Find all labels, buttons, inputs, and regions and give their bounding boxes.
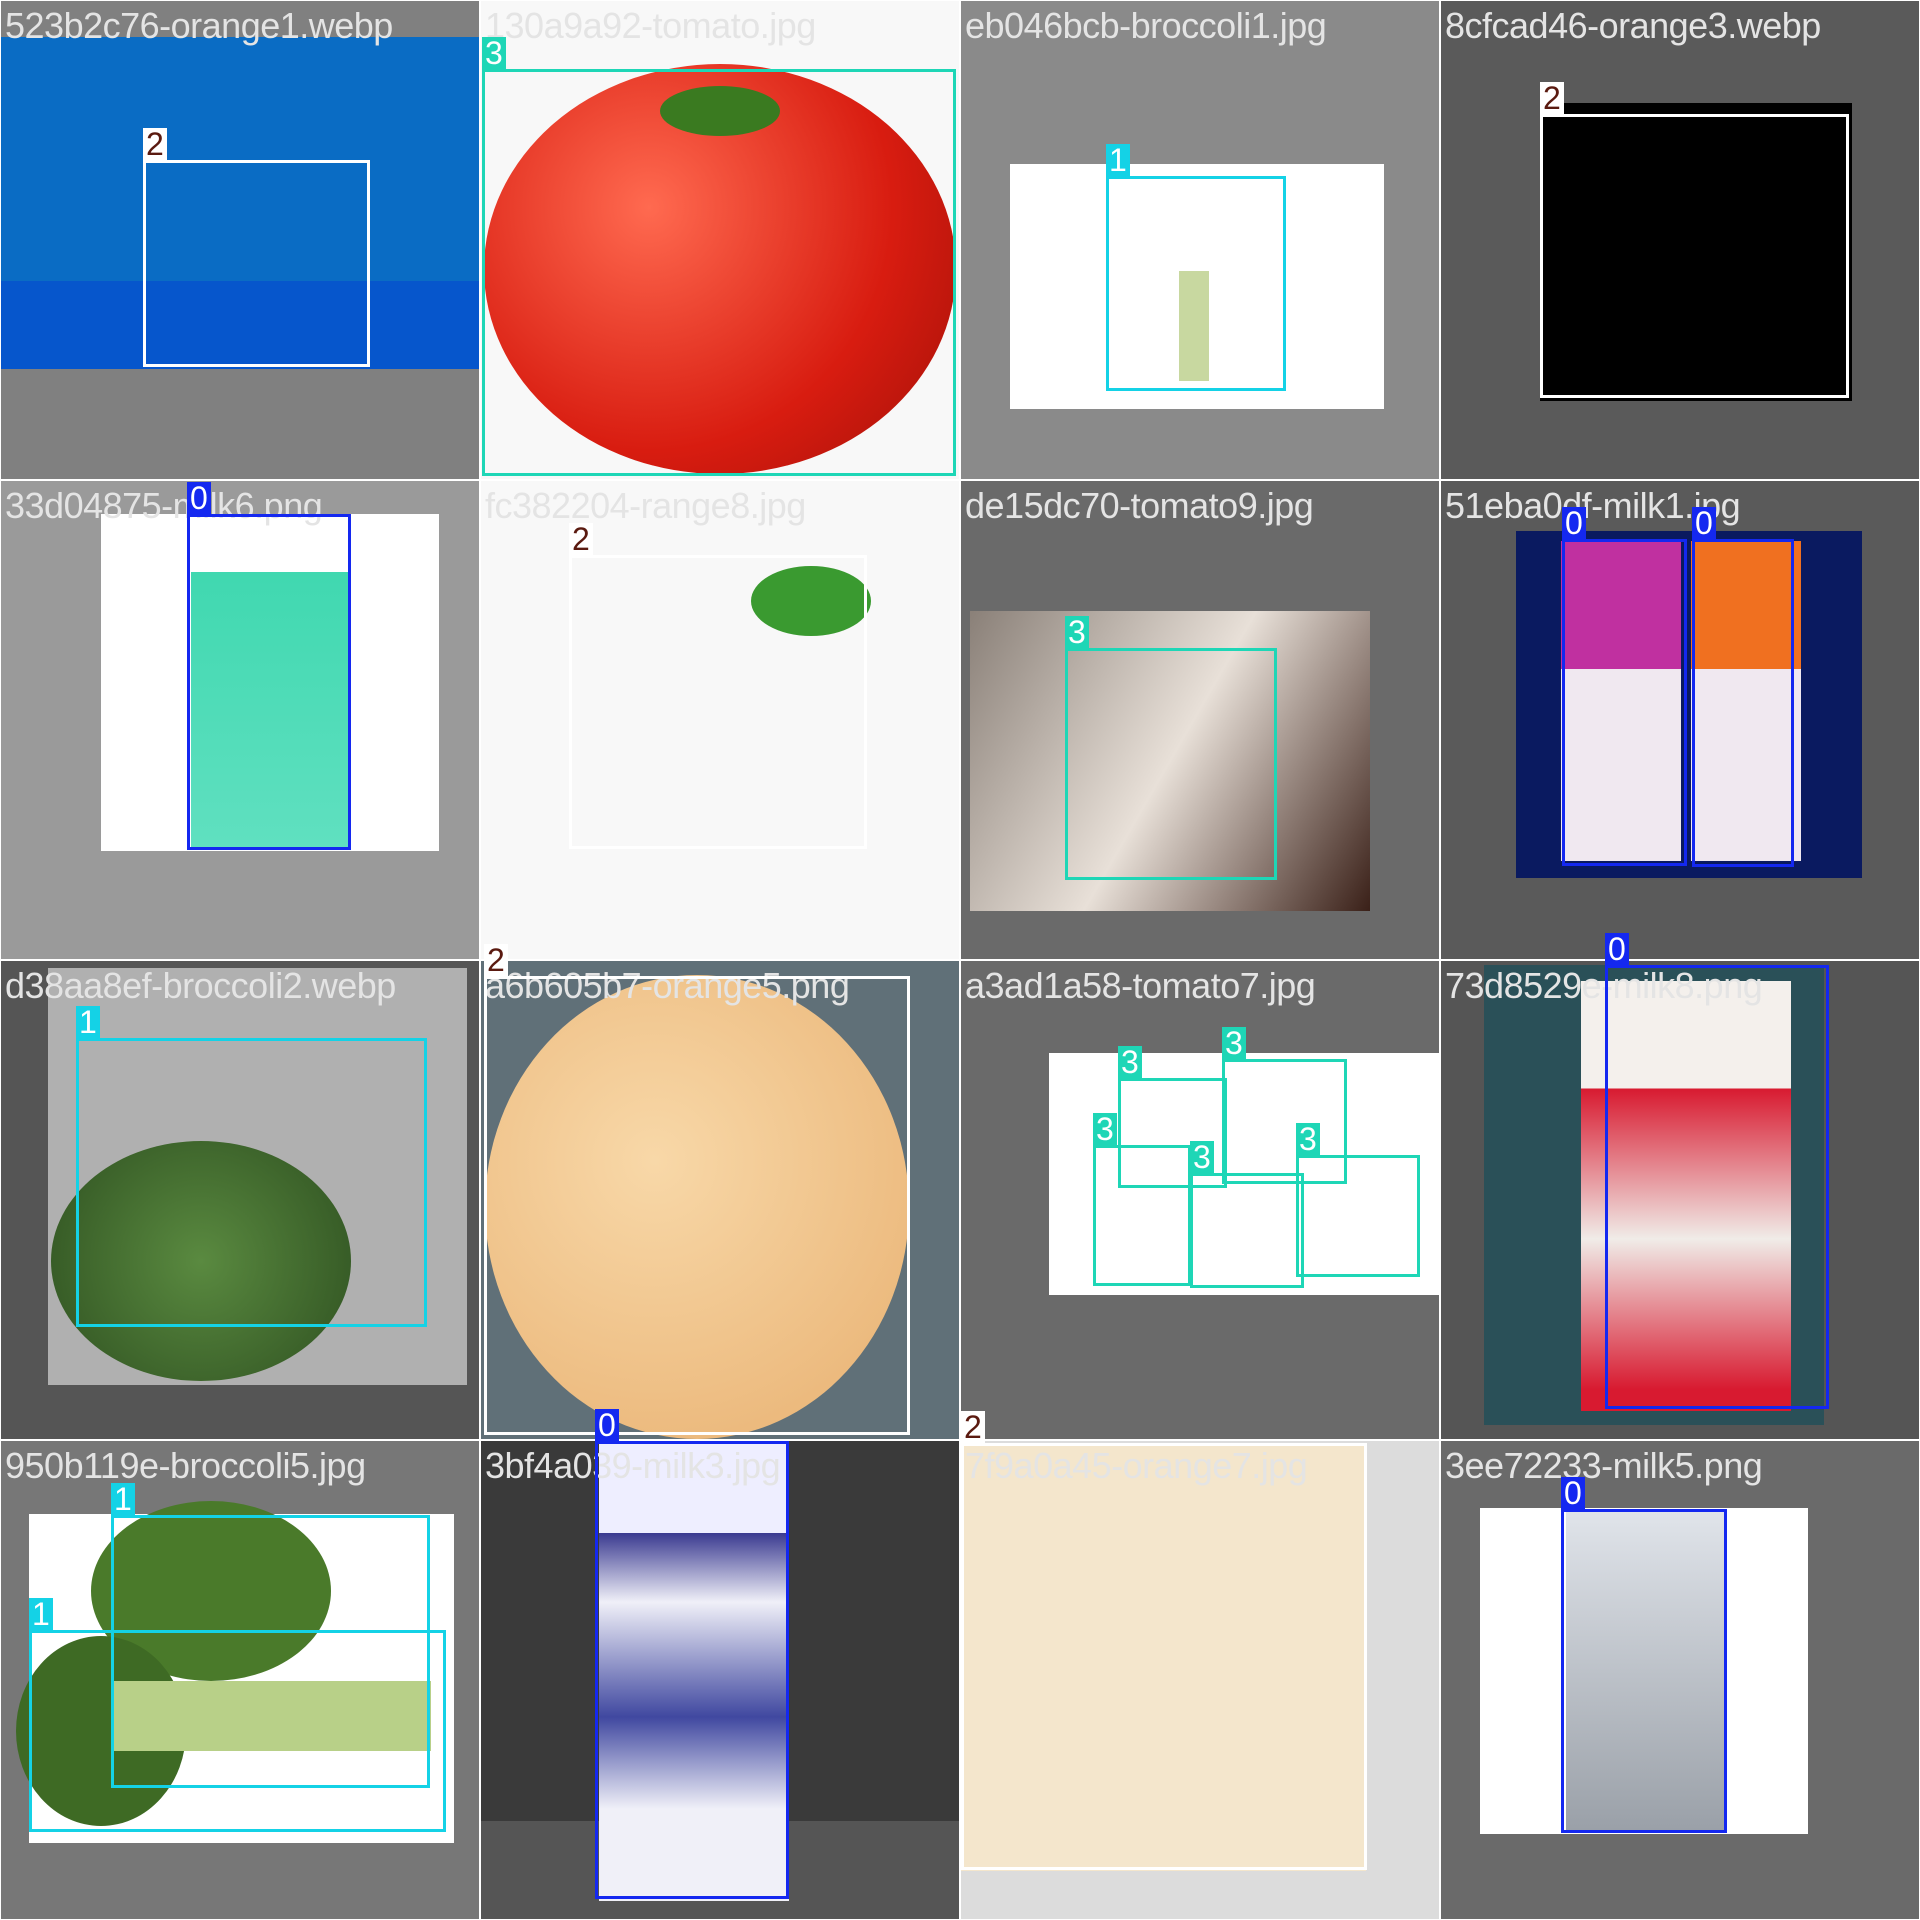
bounding-box-class-2 bbox=[143, 160, 370, 367]
class-label-tag: 2 bbox=[143, 128, 167, 160]
image-filename: 950b119e-broccoli5.jpg bbox=[5, 1445, 366, 1486]
image-filename: 8cfcad46-orange3.webp bbox=[1445, 5, 1821, 46]
class-label-tag: 1 bbox=[76, 1006, 100, 1038]
bounding-box-class-3 bbox=[1190, 1173, 1304, 1288]
image-filename: a3ad1a58-tomato7.jpg bbox=[965, 965, 1316, 1006]
class-label-tag: 0 bbox=[1562, 507, 1586, 539]
class-label-tag: 3 bbox=[1093, 1113, 1117, 1145]
class-label-tag: 0 bbox=[187, 482, 211, 514]
class-label-tag: 3 bbox=[482, 37, 506, 69]
bounding-box-class-1 bbox=[1106, 176, 1286, 391]
class-label-tag: 3 bbox=[1222, 1027, 1246, 1059]
bounding-box-class-1 bbox=[29, 1630, 446, 1832]
training-batch-mosaic: 523b2c76-orange1.webp 2 130a9a92-tomato.jp… bbox=[0, 0, 1920, 1920]
bounding-box-class-2 bbox=[961, 1443, 1367, 1870]
bounding-box-class-3 bbox=[1065, 648, 1277, 880]
bounding-box-class-0 bbox=[1561, 1509, 1727, 1833]
bounding-box-class-0 bbox=[1605, 965, 1829, 1409]
image-filename: 3ee72233-milk5.png bbox=[1445, 1445, 1763, 1486]
class-label-tag: 1 bbox=[29, 1598, 53, 1630]
class-label-tag: 0 bbox=[1561, 1477, 1585, 1509]
class-label-tag: 3 bbox=[1118, 1046, 1142, 1078]
class-label-tag: 2 bbox=[1540, 82, 1564, 114]
image-filename: 523b2c76-orange1.webp bbox=[5, 5, 393, 46]
bounding-box-class-3 bbox=[1296, 1155, 1420, 1277]
image-filename: eb046bcb-broccoli1.jpg bbox=[965, 5, 1327, 46]
bounding-box-class-2 bbox=[1540, 114, 1849, 398]
class-label-tag: 0 bbox=[1692, 507, 1716, 539]
class-label-tag: 3 bbox=[1296, 1123, 1320, 1155]
image-filename: fc382204-range8.jpg bbox=[485, 485, 806, 526]
class-label-tag: 3 bbox=[1065, 616, 1089, 648]
class-label-tag: 1 bbox=[1106, 144, 1130, 176]
class-label-tag: 3 bbox=[1190, 1141, 1214, 1173]
bounding-box-class-1 bbox=[76, 1038, 427, 1327]
class-label-tag: 2 bbox=[961, 1411, 985, 1443]
image-filename: d38aa8ef-broccoli2.webp bbox=[5, 965, 396, 1006]
class-label-tag: 0 bbox=[1605, 933, 1629, 965]
bounding-box-class-0 bbox=[1562, 539, 1687, 866]
bounding-box-class-3 bbox=[1093, 1145, 1191, 1286]
class-label-tag: 1 bbox=[111, 1483, 135, 1515]
class-label-tag: 2 bbox=[569, 523, 593, 555]
image-filename: de15dc70-tomato9.jpg bbox=[965, 485, 1314, 526]
bounding-box-class-0 bbox=[1692, 539, 1794, 867]
bounding-box-class-3 bbox=[482, 69, 956, 476]
class-label-tag: 0 bbox=[595, 1409, 619, 1441]
bounding-box-class-0 bbox=[595, 1441, 789, 1899]
bounding-box-class-2 bbox=[569, 555, 867, 849]
bounding-box-class-0 bbox=[187, 514, 351, 850]
class-label-tag: 2 bbox=[484, 944, 508, 976]
bounding-box-class-2 bbox=[484, 976, 910, 1435]
image-filename: 130a9a92-tomato.jpg bbox=[485, 5, 816, 46]
